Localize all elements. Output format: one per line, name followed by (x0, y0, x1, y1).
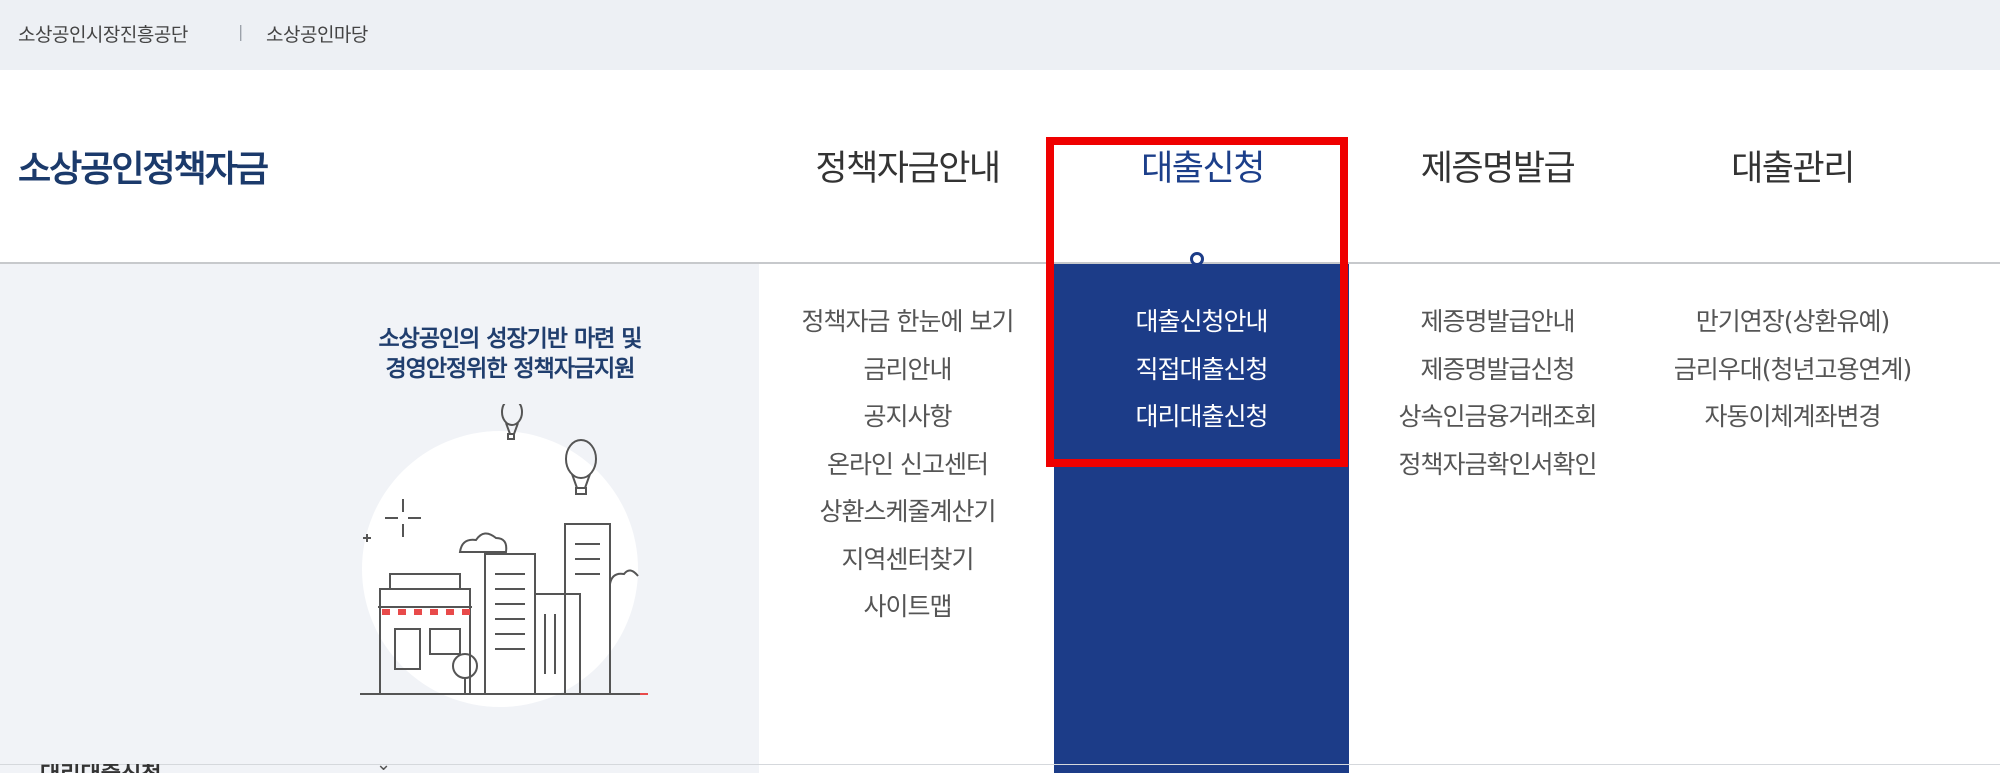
highlight-annotation (1046, 137, 1348, 467)
utility-bar: 소상공인시장진흥공단 | 소상공인마당 (0, 0, 2000, 70)
bottom-fragment-text: 대리대출신청 (40, 764, 161, 773)
site-logo[interactable]: 소상공인정책자금 (18, 140, 269, 192)
utility-separator: | (238, 22, 244, 41)
submenu-item[interactable]: 지역센터찾기 (760, 536, 1055, 584)
submenu-item[interactable]: 만기연장(상환유예) (1645, 298, 1940, 346)
submenu-certificate-issuance: 제증명발급안내 제증명발급신청 상속인금융거래조회 정책자금확인서확인 (1350, 264, 1645, 488)
promo-text: 소상공인의 성장기반 마련 및 경영안정위한 정책자금지원 (300, 324, 720, 384)
promo-line-1: 소상공인의 성장기반 마련 및 (378, 326, 643, 352)
submenu-item[interactable]: 금리우대(청년고용연계) (1645, 346, 1940, 394)
submenu-item[interactable]: 공지사항 (760, 393, 1055, 441)
link-semas[interactable]: 소상공인시장진흥공단 (18, 20, 188, 47)
submenu-item[interactable]: 상속인금융거래조회 (1350, 393, 1645, 441)
submenu-policy-fund-info: 정책자금 한눈에 보기 금리안내 공지사항 온라인 신고센터 상환스케줄계산기 … (760, 264, 1055, 631)
gnb-loan-management[interactable]: 대출관리 (1645, 140, 1940, 191)
link-sbiz-madang[interactable]: 소상공인마당 (266, 20, 368, 47)
submenu-item[interactable]: 온라인 신고센터 (760, 441, 1055, 489)
submenu-item[interactable]: 금리안내 (760, 346, 1055, 394)
submenu-item[interactable]: 제증명발급안내 (1350, 298, 1645, 346)
chevron-down-icon: ⌄ (376, 764, 391, 773)
promo-area: 소상공인의 성장기반 마련 및 경영안정위한 정책자금지원 (0, 264, 759, 773)
gnb-certificate-issuance[interactable]: 제증명발급 (1350, 140, 1645, 191)
city-illustration (360, 404, 648, 707)
submenu-item[interactable]: 자동이체계좌변경 (1645, 393, 1940, 441)
submenu-item[interactable]: 상환스케줄계산기 (760, 488, 1055, 536)
submenu-loan-management: 만기연장(상환유예) 금리우대(청년고용연계) 자동이체계좌변경 (1645, 264, 1940, 441)
submenu-item[interactable]: 정책자금 한눈에 보기 (760, 298, 1055, 346)
bottom-select-fragment[interactable]: 대리대출신청 ⌄ (0, 764, 420, 773)
gnb-policy-fund-info[interactable]: 정책자금안내 (760, 140, 1055, 191)
submenu-item[interactable]: 사이트맵 (760, 583, 1055, 631)
submenu-item[interactable]: 제증명발급신청 (1350, 346, 1645, 394)
submenu-item[interactable]: 정책자금확인서확인 (1350, 441, 1645, 489)
promo-line-2: 경영안정위한 정책자금지원 (385, 356, 636, 382)
